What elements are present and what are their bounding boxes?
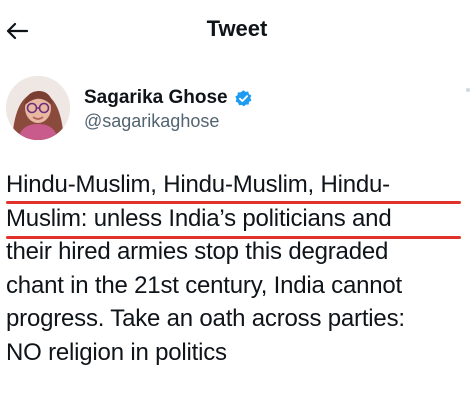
tweet-body: Hindu-Muslim, Hindu-Muslim, Hindu- Musli… (6, 168, 474, 369)
tweet-line: their hired armies stop this degraded (6, 238, 389, 265)
red-underline-mark (6, 236, 461, 239)
tweet-line: progress. Take an oath across parties: (6, 305, 405, 332)
author-name[interactable]: Sagarika Ghose (84, 87, 228, 109)
author-handle[interactable]: @sagarikaghose (84, 111, 219, 132)
author-name-row: Sagarika Ghose (84, 86, 253, 110)
tweet-line: NO religion in politics (6, 338, 227, 366)
red-underline-mark (6, 201, 461, 204)
tweet-line: Muslim: unless India’s politicians and (6, 204, 392, 232)
avatar[interactable] (6, 76, 70, 140)
top-bar: Tweet (0, 0, 474, 62)
tweet-line: Hindu-Muslim, Hindu-Muslim, Hindu- (6, 171, 390, 198)
more-options-icon[interactable] (466, 88, 470, 92)
profile-photo (6, 76, 70, 140)
verified-badge-icon (234, 89, 253, 108)
tweet-line: chant in the 21st century, India cannot (6, 271, 403, 299)
page-title: Tweet (206, 16, 268, 41)
